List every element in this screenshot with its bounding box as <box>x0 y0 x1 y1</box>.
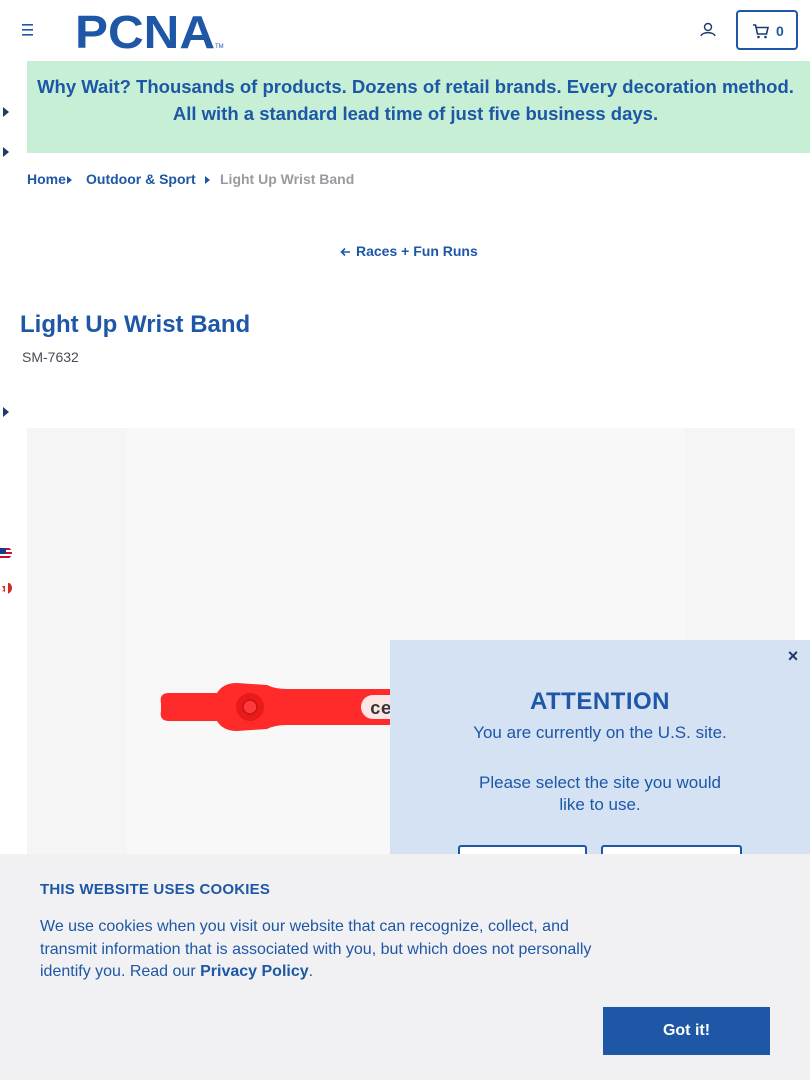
cart-button[interactable]: 0 <box>736 10 798 50</box>
breadcrumb-home[interactable]: Home <box>27 171 66 187</box>
account-user-icon[interactable] <box>697 19 719 41</box>
expand-arrow-icon[interactable] <box>3 407 10 417</box>
us-flag-icon[interactable] <box>0 547 12 559</box>
canada-flag-icon[interactable] <box>0 582 12 594</box>
svg-text:TM: TM <box>215 44 224 50</box>
promo-banner: Why Wait? Thousands of products. Dozens … <box>27 61 810 153</box>
arrow-left-icon <box>340 247 350 257</box>
cookie-body-text: We use cookies when you visit our websit… <box>40 918 592 980</box>
cookie-body: We use cookies when you visit our websit… <box>40 916 610 984</box>
page: PCNA TM 0 Why Wait? Thousands of product… <box>0 0 810 1080</box>
got-it-button[interactable]: Got it! <box>603 1007 770 1055</box>
back-link-label: Races + Fun Runs <box>356 243 478 259</box>
cart-count: 0 <box>776 23 784 39</box>
svg-text:PCNA: PCNA <box>75 8 215 52</box>
site-header: PCNA TM 0 <box>0 0 810 61</box>
breadcrumb-separator-icon <box>67 176 72 184</box>
close-popup-button[interactable]: × <box>785 647 801 665</box>
cart-icon <box>753 24 770 39</box>
pcna-logo[interactable]: PCNA TM <box>75 6 225 58</box>
breadcrumb-outdoor-sport[interactable]: Outdoor & Sport <box>86 171 196 187</box>
popup-prompt: Please select the site you would like to… <box>479 773 721 814</box>
expand-arrow-icon[interactable] <box>3 147 10 157</box>
cookie-heading: THIS WEBSITE USES COOKIES <box>40 881 271 898</box>
product-title: Light Up Wrist Band <box>20 311 251 338</box>
breadcrumb-separator-icon <box>205 176 210 184</box>
popup-message: You are currently on the U.S. site. <box>473 723 727 742</box>
hamburger-menu-icon[interactable] <box>18 20 38 40</box>
expand-arrow-icon[interactable] <box>3 107 10 117</box>
popup-title: ATTENTION <box>529 688 671 715</box>
product-sku: SM-7632 <box>22 349 79 365</box>
privacy-policy-link[interactable]: Privacy Policy <box>200 963 309 980</box>
breadcrumb-current: Light Up Wrist Band <box>220 171 355 187</box>
cookie-period: . <box>308 963 314 980</box>
back-to-category-link[interactable]: Races + Fun Runs <box>340 243 478 259</box>
